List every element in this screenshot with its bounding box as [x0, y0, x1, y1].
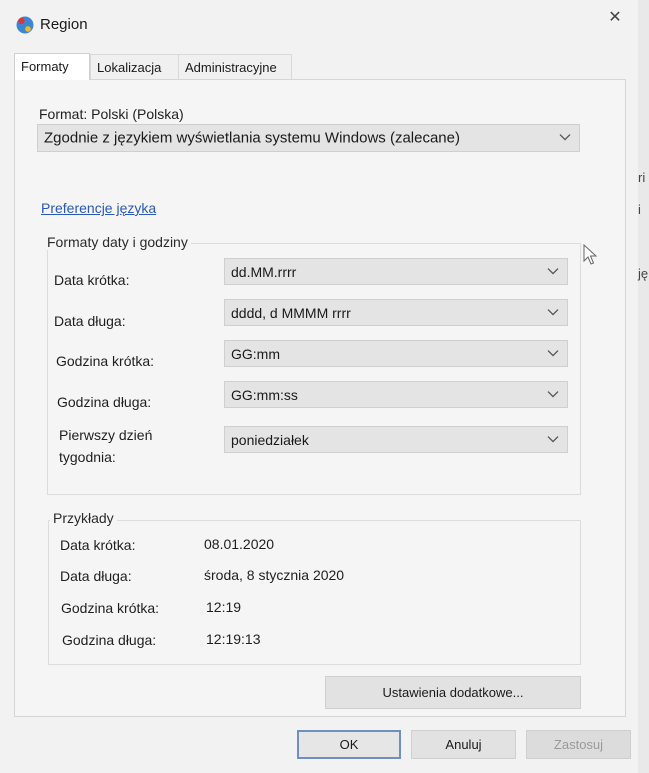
example-long-time-value: 12:19:13 [206, 631, 261, 647]
example-short-date-label: Data krótka: [60, 537, 136, 553]
first-day-dropdown[interactable]: poniedziałek [224, 426, 568, 453]
background-text-fragment: ję [638, 266, 649, 281]
tab-administracyjne[interactable]: Administracyjne [178, 54, 292, 79]
short-date-dropdown[interactable]: dd.MM.rrrr [224, 258, 568, 285]
close-button[interactable]: ✕ [600, 8, 630, 28]
background-text-fragment: i [638, 202, 641, 217]
chevron-down-icon [547, 267, 559, 275]
window-title: Region [40, 16, 88, 33]
chevron-down-icon [547, 308, 559, 316]
ok-button[interactable]: OK [297, 730, 401, 759]
long-date-dropdown[interactable]: dddd, d MMMM rrrr [224, 299, 568, 326]
example-long-date-label: Data długa: [60, 568, 132, 584]
format-label: Format: Polski (Polska) [39, 106, 184, 122]
chevron-down-icon [547, 349, 559, 357]
long-time-label: Godzina długa: [57, 394, 152, 410]
mouse-pointer-icon [583, 244, 598, 265]
format-dropdown-value: Zgodnie z językiem wyświetlania systemu … [44, 129, 460, 147]
additional-settings-button[interactable]: Ustawienia dodatkowe... [325, 676, 581, 709]
example-long-time-label: Godzina długa: [62, 632, 157, 648]
first-day-label-line2: tygodnia: [59, 449, 116, 465]
tab-lokalizacja[interactable]: Lokalizacja [90, 54, 179, 79]
examples-title: Przykłady [50, 510, 117, 526]
apply-button[interactable]: Zastosuj [526, 730, 631, 759]
short-time-dropdown[interactable]: GG:mm [224, 340, 568, 367]
first-day-label-line1: Pierwszy dzień [59, 427, 153, 443]
region-globe-icon [16, 16, 34, 34]
chevron-down-icon [547, 390, 559, 398]
tab-formaty[interactable]: Formaty [14, 53, 90, 80]
long-time-dropdown[interactable]: GG:mm:ss [224, 381, 568, 408]
close-icon: ✕ [608, 9, 622, 26]
example-short-time-label: Godzina krótka: [61, 600, 160, 616]
long-date-label: Data długa: [54, 313, 126, 329]
short-time-label: Godzina krótka: [56, 353, 155, 369]
cancel-button[interactable]: Anuluj [411, 730, 516, 759]
format-dropdown[interactable]: Zgodnie z językiem wyświetlania systemu … [37, 124, 580, 152]
title-bar: Region ✕ [0, 0, 638, 46]
example-short-date-value: 08.01.2020 [204, 536, 275, 552]
chevron-down-icon [547, 435, 559, 443]
date-time-formats-title: Formaty daty i godziny [44, 234, 191, 250]
example-short-time-value: 12:19 [206, 599, 242, 615]
region-window: Region ✕ Formaty Lokalizacja Administrac… [0, 0, 639, 773]
example-long-date-value: środa, 8 stycznia 2020 [204, 567, 345, 583]
background-window-edge [638, 0, 649, 773]
background-text-fragment: ri [638, 170, 646, 185]
chevron-down-icon [559, 134, 571, 141]
short-date-label: Data krótka: [54, 272, 130, 288]
language-preferences-link[interactable]: Preferencje języka [41, 200, 156, 216]
